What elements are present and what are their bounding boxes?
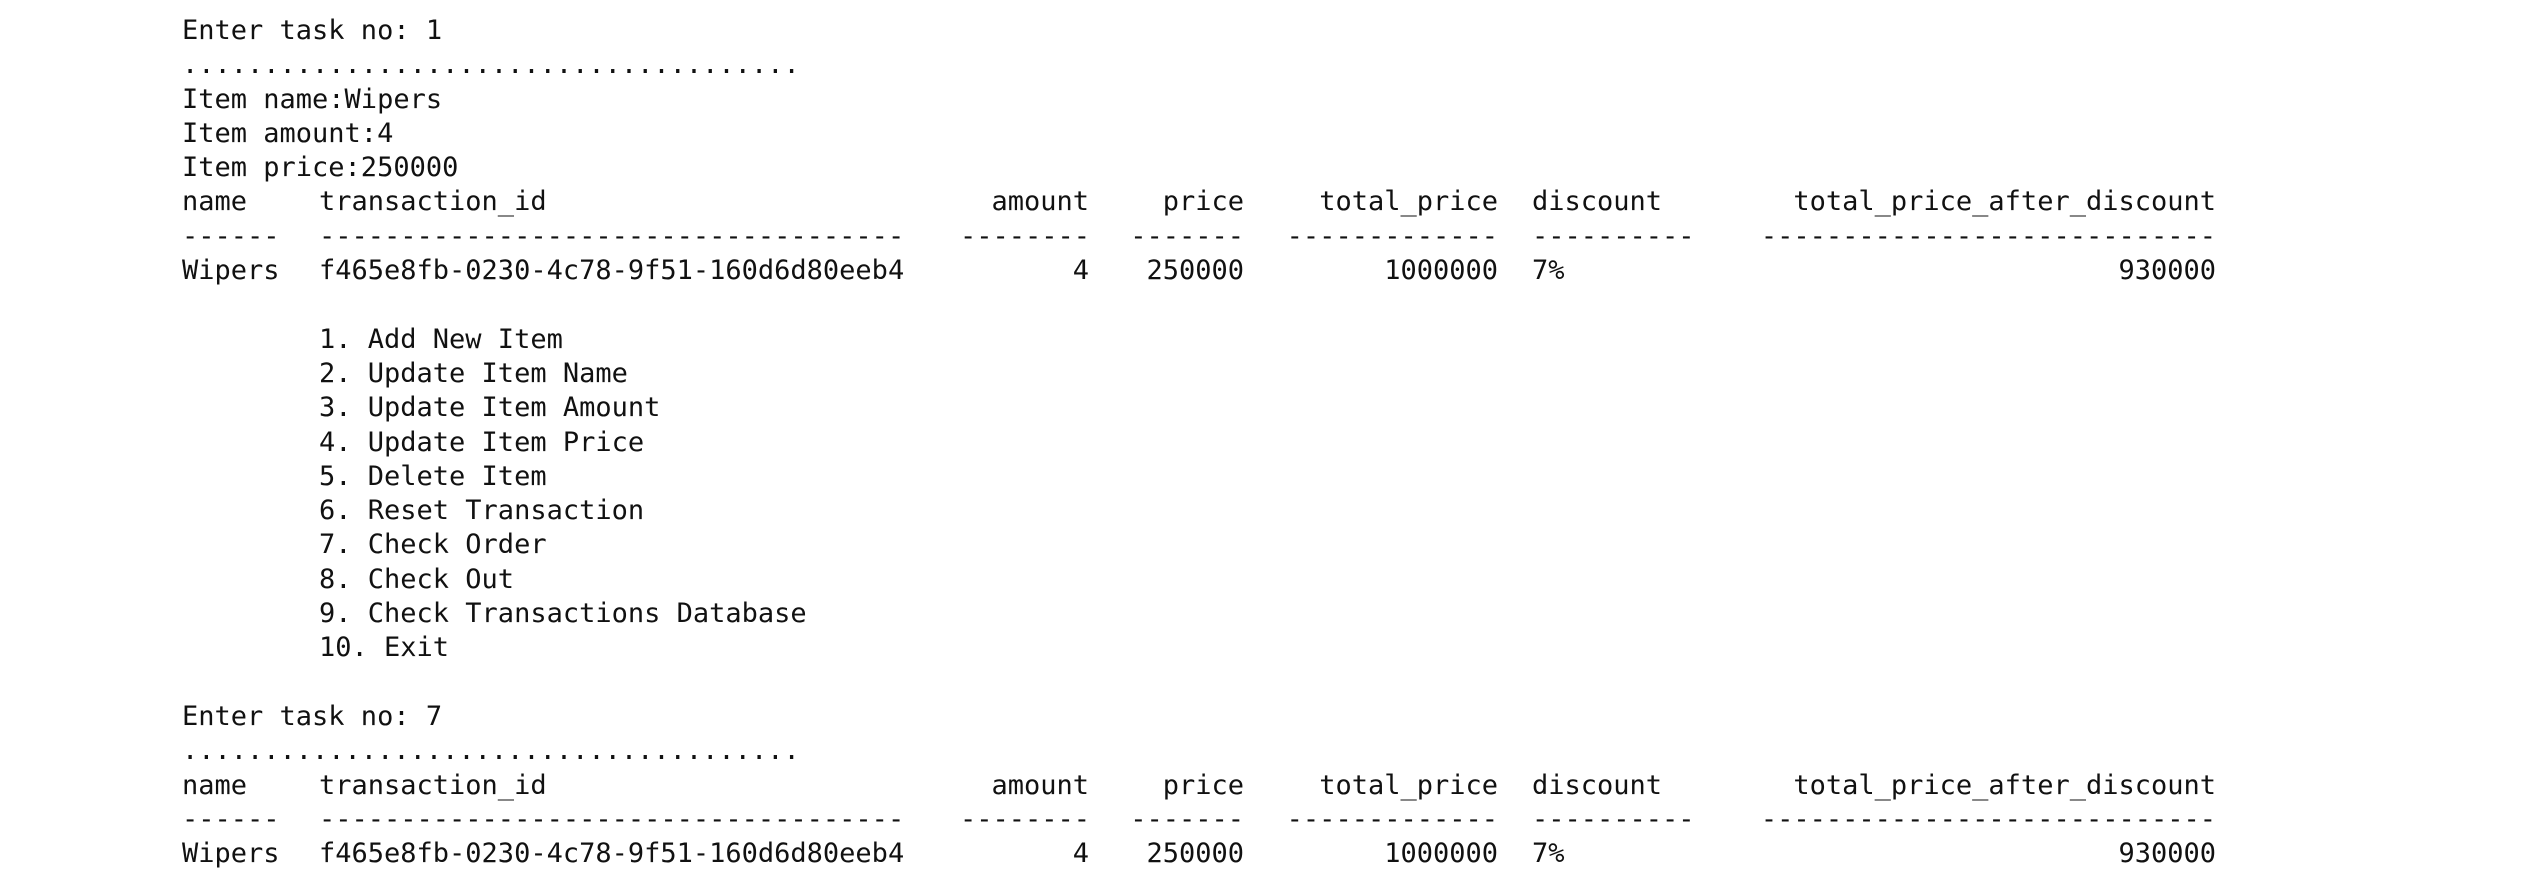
table-header-row: name transaction_id amount price total_p… [182,769,2216,803]
divider-price: ------- [1130,803,1244,835]
task-prompt: Enter task no: 1 [182,15,443,46]
menu-item-exit: 10. Exit [319,632,450,664]
divider-total-price: ------------- [1286,220,1498,252]
table-divider-row: ------ ---------------------------------… [182,220,2216,254]
header-transaction-id: transaction_id [319,769,547,801]
cell-amount: 4 [1072,838,1089,870]
menu-item-check-transactions-database: 9. Check Transactions Database [319,598,807,630]
divider-discount: ---------- [1532,220,1695,252]
header-total-after-discount: total_price_after_discount [1793,769,2216,801]
divider-total-after-discount: ---------------------------- [1760,803,2216,835]
divider-transaction-id: ------------------------------------ [319,220,905,252]
header-transaction-id: transaction_id [319,186,547,218]
divider-name: ------ [182,220,280,252]
menu-item-check-order: 7. Check Order [319,529,547,561]
cell-transaction-id: f465e8fb-0230-4c78-9f51-160d6d80eeb4 [319,255,905,287]
header-total-after-discount: total_price_after_discount [1793,186,2216,218]
divider-name: ------ [182,803,280,835]
header-discount: discount [1532,769,1663,801]
divider-total-price: ------------- [1286,803,1498,835]
cell-total-after-discount: 930000 [2118,255,2216,287]
transaction-table: name transaction_id amount price total_p… [182,769,2216,872]
divider-transaction-id: ------------------------------------ [319,803,905,835]
table-row: Wipers f465e8fb-0230-4c78-9f51-160d6d80e… [182,837,2216,871]
divider-amount: -------- [960,220,1089,252]
header-total-price: total_price [1319,186,1498,218]
cell-transaction-id: f465e8fb-0230-4c78-9f51-160d6d80eeb4 [319,838,905,870]
menu-item-add-new-item: 1. Add New Item [319,323,563,355]
menu-item-check-out: 8. Check Out [319,563,515,595]
menu-item-update-item-price: 4. Update Item Price [319,426,645,458]
dotted-separator: ...................................... [182,49,800,81]
divider-amount: -------- [960,803,1089,835]
cell-name: Wipers [182,838,280,870]
table-divider-row: ------ ---------------------------------… [182,803,2216,837]
header-name: name [182,186,248,218]
cell-amount: 4 [1072,255,1089,287]
dotted-separator: ...................................... [182,735,800,767]
table-header-row: name transaction_id amount price total_p… [182,185,2216,219]
divider-price: ------- [1130,220,1244,252]
divider-total-after-discount: ---------------------------- [1760,220,2216,252]
menu-item-delete-item: 5. Delete Item [319,460,547,492]
header-name: name [182,769,248,801]
item-price-line: Item price:250000 [182,152,459,184]
header-amount: amount [991,769,1089,801]
header-price: price [1162,186,1244,218]
cell-price: 250000 [1146,255,1244,287]
header-price: price [1162,769,1244,801]
item-name-line: Item name:Wipers [182,83,443,115]
cell-total-price: 1000000 [1384,838,1498,870]
task-prompt: Enter task no: 7 [182,700,443,732]
cell-discount: 7% [1532,838,1565,870]
terminal-output: Enter task no: 1 .......................… [182,14,2216,871]
cell-total-after-discount: 930000 [2118,838,2216,870]
header-total-price: total_price [1319,769,1498,801]
cell-discount: 7% [1532,255,1565,287]
item-amount-line: Item amount:4 [182,117,394,149]
cell-name: Wipers [182,255,280,287]
menu-item-update-item-amount: 3. Update Item Amount [319,392,661,424]
transaction-table: name transaction_id amount price total_p… [182,185,2216,288]
cell-total-price: 1000000 [1384,255,1498,287]
menu-item-reset-transaction: 6. Reset Transaction [319,495,645,527]
table-row: Wipers f465e8fb-0230-4c78-9f51-160d6d80e… [182,254,2216,288]
cell-price: 250000 [1146,838,1244,870]
main-menu: 1. Add New Item 2. Update Item Name 3. U… [182,323,2216,666]
header-amount: amount [991,186,1089,218]
menu-item-update-item-name: 2. Update Item Name [319,357,628,389]
header-discount: discount [1532,186,1663,218]
divider-discount: ---------- [1532,803,1695,835]
